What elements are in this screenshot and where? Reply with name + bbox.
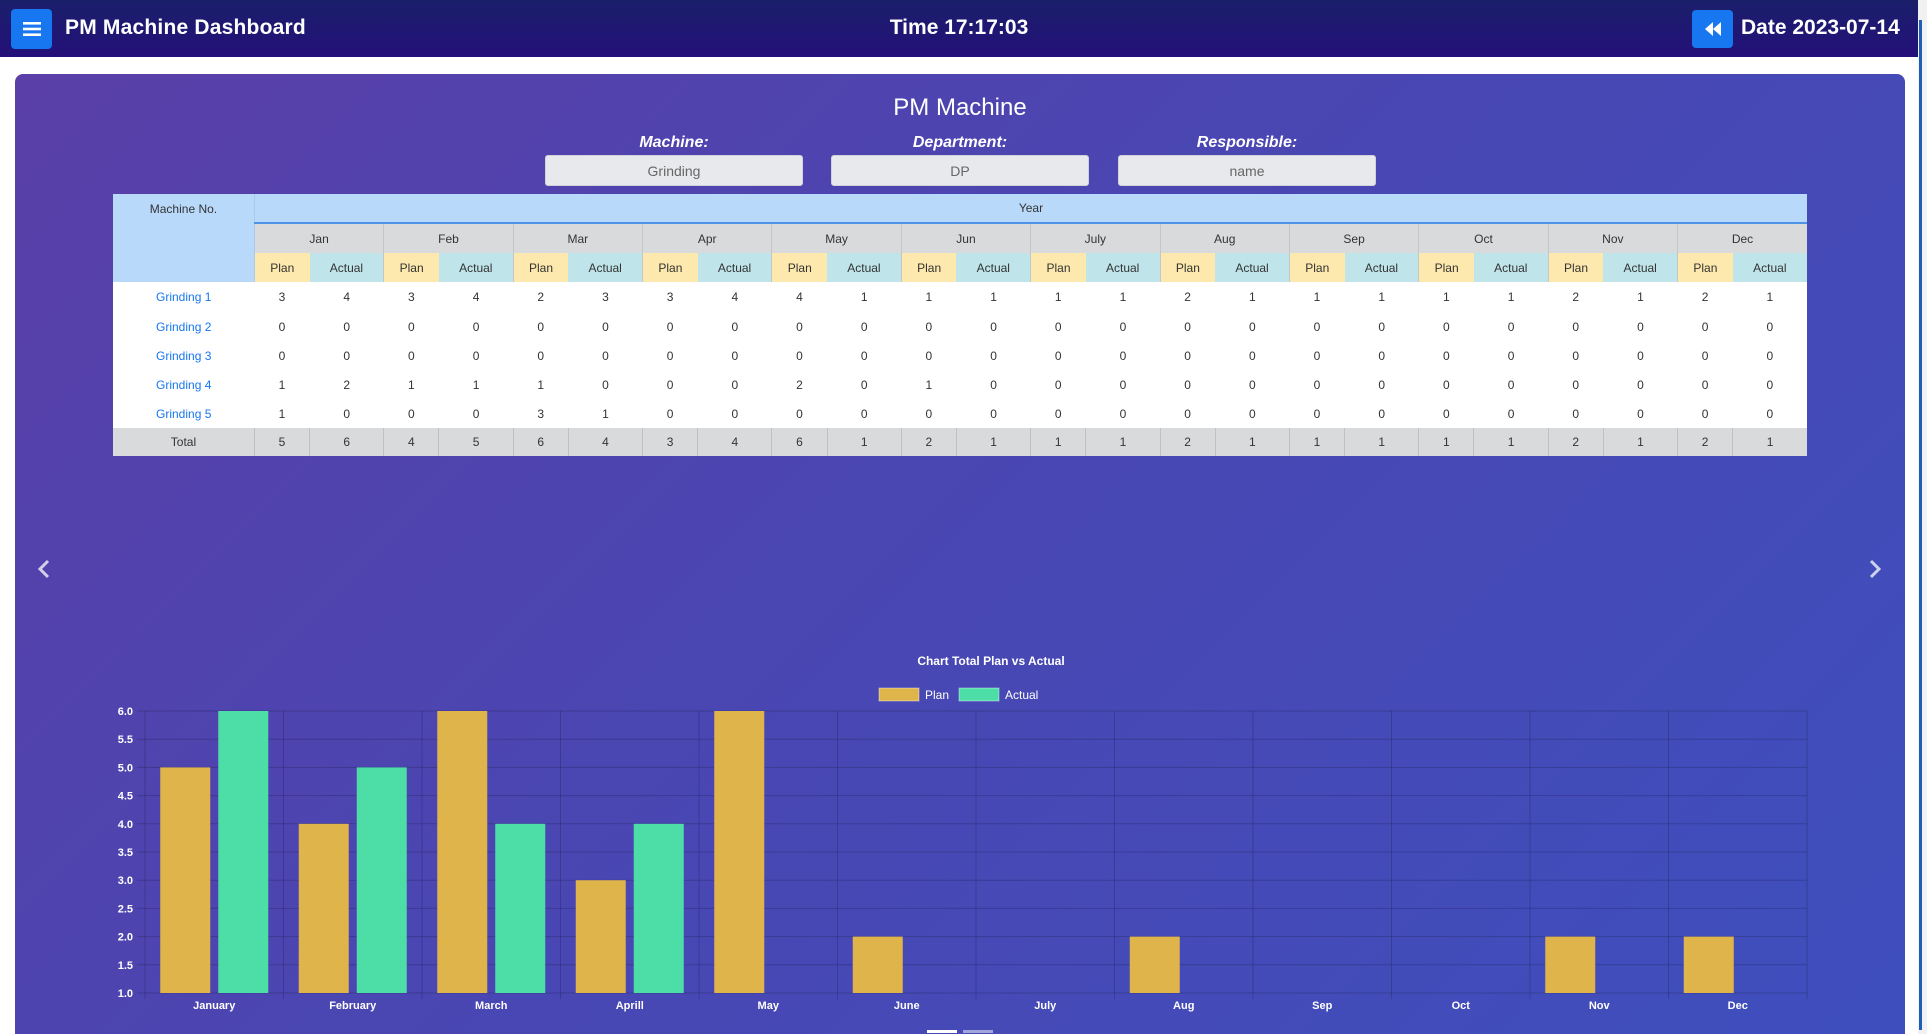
bar-plan-nov[interactable]	[1545, 936, 1596, 993]
bar-plan-may[interactable]	[714, 711, 765, 993]
legend-label-actual: Actual	[1005, 688, 1038, 702]
y-tick-label: 1.5	[118, 960, 133, 972]
clock-time: Time 17:17:03	[889, 16, 1029, 39]
legend-swatch-actual[interactable]	[958, 687, 1000, 702]
x-tick-label: Oct	[1452, 1000, 1471, 1012]
x-tick-label: May	[758, 1000, 780, 1012]
x-tick-label: Nov	[1589, 1000, 1611, 1012]
chevron-left-icon	[37, 559, 50, 579]
legend-swatch-plan[interactable]	[878, 687, 920, 702]
chart-title: Chart Total Plan vs Actual	[917, 654, 1064, 668]
carousel-panel: PM Machine Machine: Department: Responsi…	[15, 74, 1905, 1034]
bar-actual-aprill[interactable]	[633, 823, 684, 993]
x-tick-label: Aprill	[616, 1000, 644, 1012]
bar-plan-february[interactable]	[298, 823, 349, 993]
x-tick-label: July	[1034, 1000, 1057, 1012]
back-button[interactable]	[1692, 10, 1733, 48]
bar-actual-january[interactable]	[218, 711, 269, 993]
y-tick-label: 5.5	[118, 734, 133, 746]
y-tick-label: 2.0	[118, 932, 133, 944]
bar-actual-march[interactable]	[495, 823, 546, 993]
plan-vs-actual-chart: Chart Total Plan vs Actual Plan Actual 6.0 5…	[118, 654, 1808, 1012]
y-tick-label: 4.5	[118, 791, 133, 803]
x-tick-label: Sep	[1312, 1000, 1332, 1012]
scrollbar-thumb[interactable]	[1919, 20, 1922, 1030]
x-tick-label: March	[475, 1000, 508, 1012]
y-tick-label: 2.5	[118, 903, 133, 915]
carousel-next-button[interactable]	[1860, 554, 1890, 584]
carousel-prev-button[interactable]	[29, 554, 59, 584]
x-tick-label: January	[193, 1000, 236, 1012]
page-scrollbar[interactable]	[1918, 0, 1927, 1034]
rewind-icon	[1704, 22, 1721, 36]
current-date: Date 2023-07-14	[1741, 16, 1900, 39]
bar-plan-june[interactable]	[852, 936, 903, 993]
x-tick-label: June	[894, 1000, 920, 1012]
y-tick-label: 4.0	[118, 819, 133, 831]
bar-plan-march[interactable]	[437, 711, 488, 993]
x-tick-label: Dec	[1728, 1000, 1748, 1012]
carousel-indicator-2[interactable]	[963, 1030, 993, 1033]
legend-label-plan: Plan	[925, 688, 949, 702]
x-tick-label: Aug	[1173, 1000, 1194, 1012]
bar-plan-aug[interactable]	[1129, 936, 1180, 993]
bar-actual-february[interactable]	[356, 767, 407, 993]
y-tick-label: 3.5	[118, 847, 133, 859]
carousel-indicator-1[interactable]	[927, 1030, 957, 1033]
y-tick-label: 3.0	[118, 875, 133, 887]
top-navbar: PM Machine Dashboard Time 17:17:03 Date …	[0, 0, 1918, 57]
bar-plan-aprill[interactable]	[575, 880, 626, 993]
chevron-right-icon	[1869, 559, 1882, 579]
y-tick-label: 5.0	[118, 762, 133, 774]
x-tick-label: February	[329, 1000, 377, 1012]
bar-plan-dec[interactable]	[1683, 936, 1734, 993]
y-tick-label: 1.0	[118, 988, 133, 1000]
y-tick-label: 6.0	[118, 706, 133, 718]
bar-plan-january[interactable]	[160, 767, 211, 993]
